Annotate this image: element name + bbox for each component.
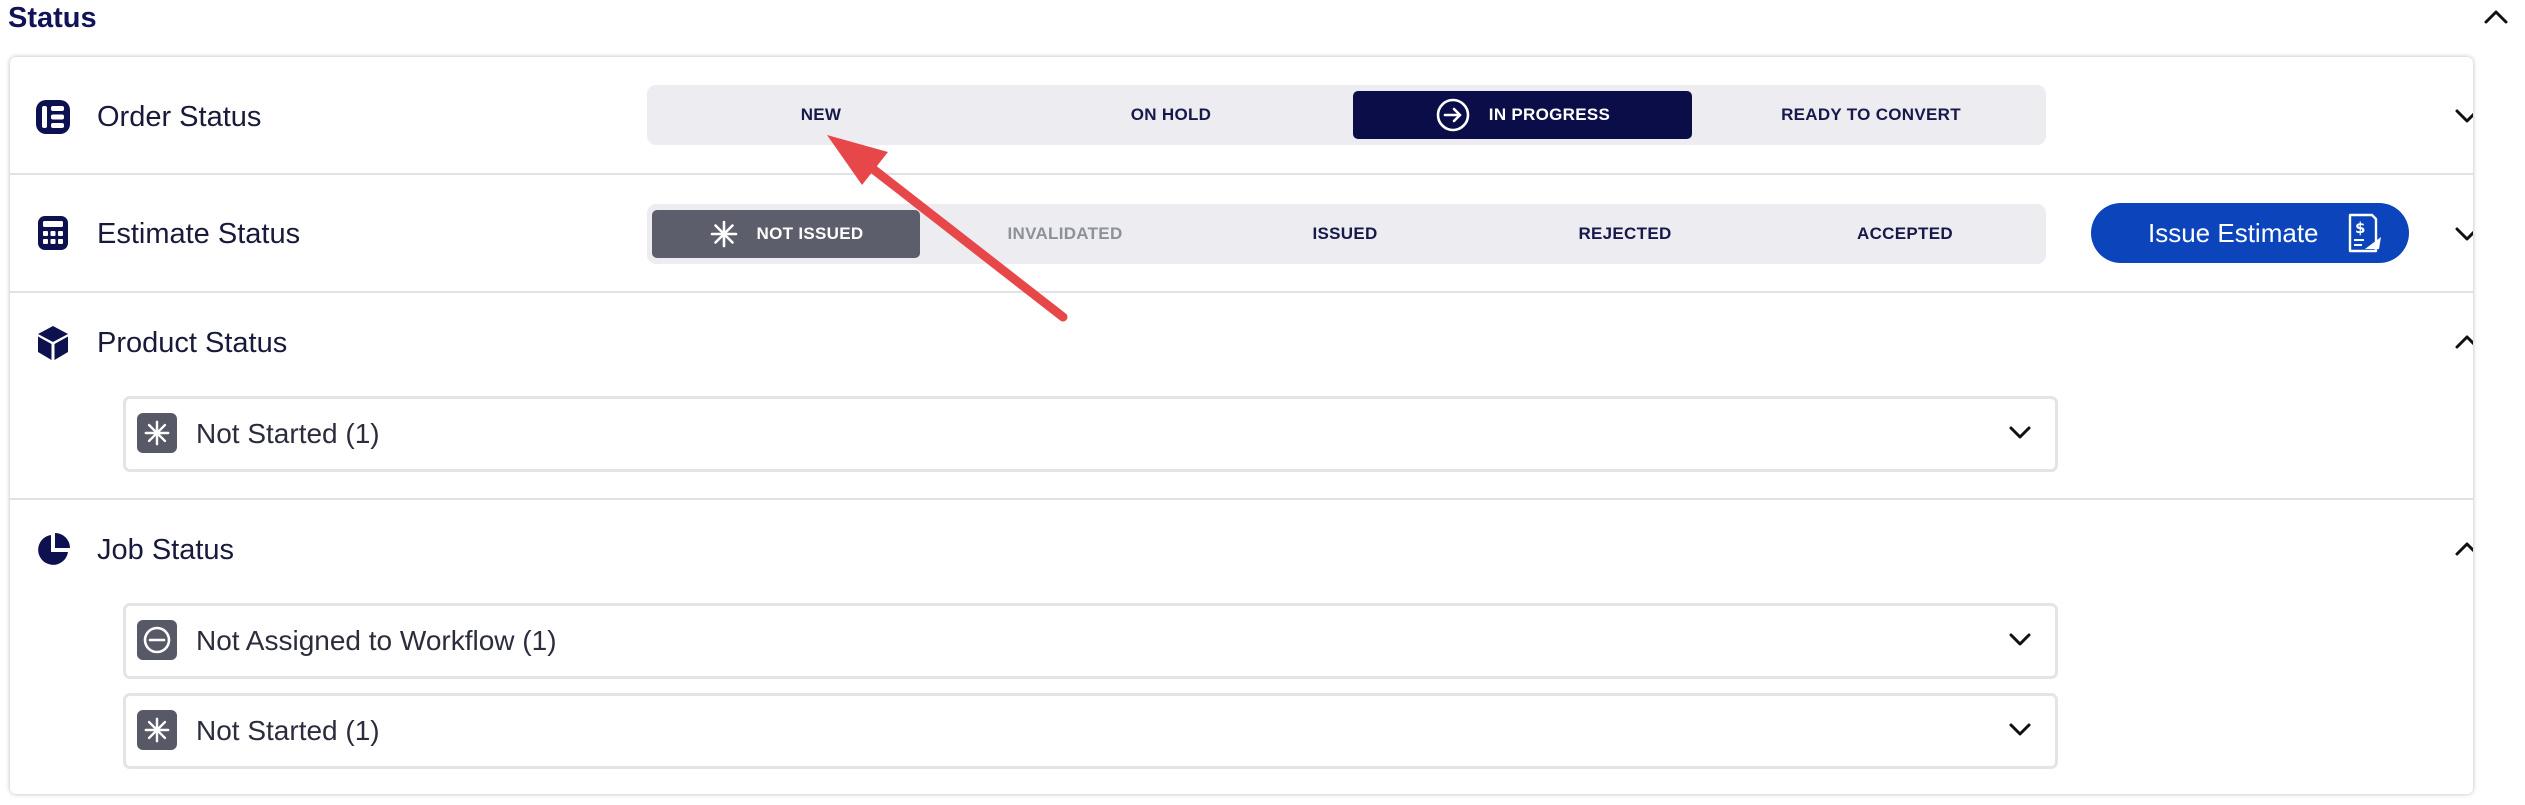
order-step-label: NEW [800,105,842,124]
calculator-icon [38,216,68,250]
estimate-step-accepted[interactable]: ACCEPTED [1769,210,2041,258]
product-status-dropdown[interactable]: Not Started (1) [123,396,2058,472]
dropdown-label: Not Assigned to Workflow (1) [196,625,557,656]
estimate-step-label: ACCEPTED [1857,224,1953,243]
dropdown-label: Not Started (1) [196,715,380,746]
estimate-step-label: REJECTED [1578,224,1672,243]
order-status-title: Order Status [97,101,262,133]
chevron-down-icon [2009,633,2031,646]
estimate-step-label: NOT ISSUED [756,224,864,243]
page-title: Status [8,2,97,34]
order-step-label: READY TO CONVERT [1781,105,1961,124]
invoice-send-icon: $ [2348,213,2381,253]
asterisk-icon [137,710,177,750]
job-status-dropdown-not-started[interactable]: Not Started (1) [123,693,2058,769]
product-status-title: Product Status [97,327,288,359]
chevron-up-icon[interactable] [2479,0,2513,34]
chevron-down-icon[interactable] [2450,217,2473,251]
estimate-step-invalidated[interactable]: INVALIDATED [929,210,1201,258]
estimate-step-label: INVALIDATED [1007,224,1123,243]
estimate-step-issued[interactable]: ISSUED [1209,210,1481,258]
chevron-down-icon [2009,723,2031,736]
pie-chart-icon [38,533,70,565]
order-status-segmented-control: NEW ON HOLD IN PROGRESS READY TO CONVERT [647,85,2046,145]
arrow-circle-right-icon [1436,98,1470,132]
section-divider [10,291,2473,293]
issue-estimate-button[interactable]: Issue Estimate $ [2091,203,2409,263]
chevron-down-icon[interactable] [2450,99,2473,133]
svg-text:$: $ [2355,219,2365,237]
order-status-icon [36,100,70,134]
issue-estimate-label: Issue Estimate [2148,218,2319,248]
chevron-down-icon [2009,426,2031,439]
estimate-status-segmented-control: NOT ISSUED INVALIDATED ISSUED REJECTED A… [647,204,2046,264]
estimate-status-title: Estimate Status [97,218,301,250]
order-step-new[interactable]: NEW [653,91,989,139]
order-step-ready-to-convert[interactable]: READY TO CONVERT [1702,91,2040,139]
chevron-up-icon[interactable] [2450,325,2473,359]
section-divider [10,498,2473,500]
minus-circle-icon [137,620,177,660]
order-step-label: ON HOLD [1130,105,1212,124]
dropdown-label: Not Started (1) [196,418,380,449]
job-status-title: Job Status [97,534,235,566]
box-icon [38,326,68,360]
estimate-step-rejected[interactable]: REJECTED [1489,210,1761,258]
order-step-on-hold[interactable]: ON HOLD [1003,91,1339,139]
asterisk-icon [137,413,177,453]
estimate-step-label: ISSUED [1312,224,1378,243]
asterisk-icon [710,220,737,248]
job-status-dropdown-not-assigned[interactable]: Not Assigned to Workflow (1) [123,603,2058,679]
order-step-label: IN PROGRESS [1488,105,1611,124]
status-header: Status [0,0,2525,48]
estimate-step-not-issued[interactable]: NOT ISSUED [652,210,920,258]
order-step-in-progress[interactable]: IN PROGRESS [1353,91,1692,139]
status-card: Order Status NEW ON HOLD IN PROGRESS REA… [10,57,2473,794]
section-divider [10,173,2473,175]
chevron-up-icon[interactable] [2450,532,2473,566]
